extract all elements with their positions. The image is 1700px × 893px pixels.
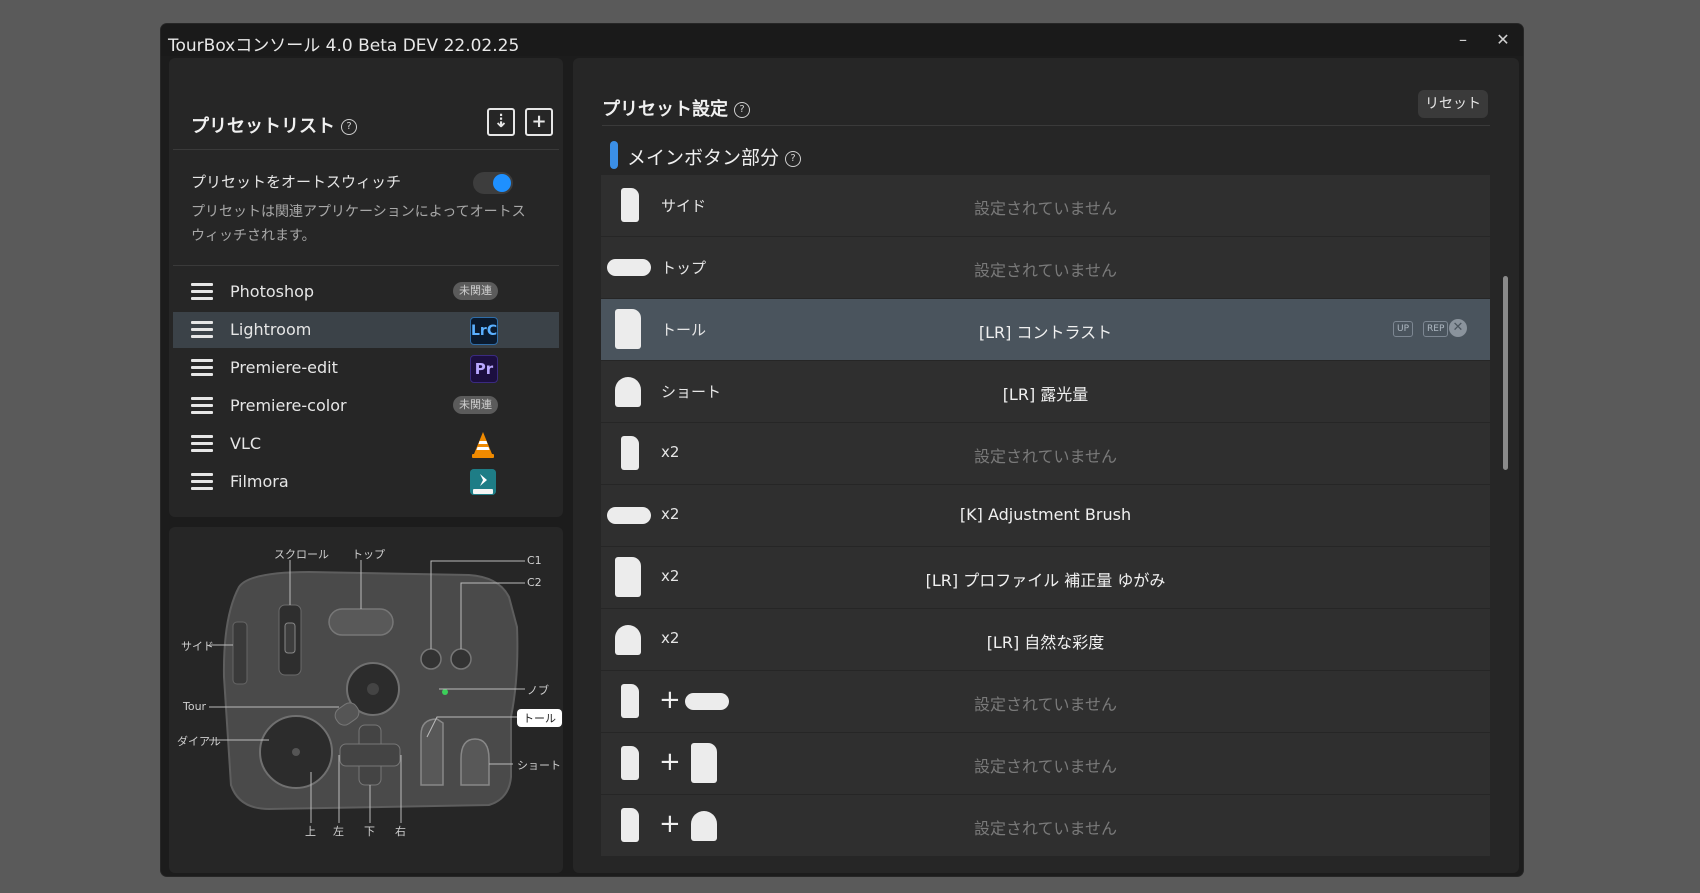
tourbox-diagram xyxy=(209,560,525,823)
preset-item-premiere-color[interactable]: Premiere-color 未関連 xyxy=(173,388,559,424)
label-right: 右 xyxy=(395,825,406,838)
label-left: 左 xyxy=(333,825,344,838)
label-short: ショート xyxy=(517,759,561,772)
lightroom-icon: LrC xyxy=(470,317,498,345)
import-icon[interactable]: ⇣ xyxy=(487,108,515,136)
mapping-row-side-plus-short[interactable]: + 設定されていません xyxy=(601,795,1490,857)
label-tour: Tour xyxy=(183,700,207,713)
action-label: 設定されていません xyxy=(973,757,1118,776)
label-c2: C2 xyxy=(527,576,542,589)
preset-name: Premiere-color xyxy=(230,396,347,415)
divider xyxy=(173,149,559,150)
mapping-row-tall-x2[interactable]: x2 [LR] プロファイル 補正量 ゆがみ xyxy=(601,547,1490,609)
device-diagram-panel: スクロール トップ C1 C2 サイド ノブ Tour トール ダイアル ショー… xyxy=(169,527,563,873)
drag-handle-icon[interactable] xyxy=(191,435,213,453)
window-title: TourBoxコンソール 4.0 Beta DEV 22.02.25 xyxy=(168,36,520,56)
mapping-row-top-x2[interactable]: x2 [K] Adjustment Brush xyxy=(601,485,1490,547)
preset-settings-title: プリセット設定? xyxy=(602,95,750,121)
label-down: 下 xyxy=(364,825,375,838)
rep-tag[interactable]: REP xyxy=(1423,321,1449,337)
label-top: トップ xyxy=(352,548,385,561)
preset-settings-title-text: プリセット設定 xyxy=(602,99,728,120)
label-up: 上 xyxy=(305,825,316,838)
preset-item-premiere-edit[interactable]: Premiere-edit Pr xyxy=(173,350,559,386)
label-tall-highlighted: トール xyxy=(517,709,562,727)
premiere-icon: Pr xyxy=(470,355,498,383)
action-label: 設定されていません xyxy=(973,447,1118,466)
close-button[interactable]: ✕ xyxy=(1489,28,1517,52)
preset-item-filmora[interactable]: Filmora xyxy=(173,464,559,500)
clear-icon[interactable]: ✕ xyxy=(1449,319,1467,337)
action-label: 設定されていません xyxy=(973,199,1118,218)
button-mapping-list[interactable]: サイド 設定されていません トップ 設定されていません トール [LR] コント… xyxy=(601,175,1490,863)
preset-list-title: プリセットリスト? xyxy=(191,112,357,138)
mapping-row-short-x2[interactable]: x2 [LR] 自然な彩度 xyxy=(601,609,1490,671)
preset-item-lightroom[interactable]: Lightroom LrC xyxy=(173,312,559,348)
action-label: [LR] 露光量 xyxy=(1002,385,1089,404)
action-label: 設定されていません xyxy=(973,819,1118,838)
preset-list-title-text: プリセットリスト xyxy=(191,116,335,137)
drag-handle-icon[interactable] xyxy=(191,473,213,491)
mapping-row-side-plus-tall[interactable]: + 設定されていません xyxy=(601,733,1490,795)
label-dial: ダイアル xyxy=(177,735,221,748)
minimize-button[interactable]: – xyxy=(1449,28,1477,52)
action-label: 設定されていません xyxy=(973,261,1118,280)
help-icon[interactable]: ? xyxy=(734,102,750,118)
vlc-cone-icon xyxy=(470,431,496,458)
preset-item-photoshop[interactable]: Photoshop 未関連 xyxy=(173,274,559,310)
action-label: [LR] プロファイル 補正量 ゆがみ xyxy=(925,571,1166,590)
drag-handle-icon[interactable] xyxy=(191,283,213,301)
help-icon[interactable]: ? xyxy=(341,119,357,135)
preset-name: Filmora xyxy=(230,472,289,491)
action-label: 設定されていません xyxy=(973,695,1118,714)
preset-name: Lightroom xyxy=(230,320,312,339)
label-c1: C1 xyxy=(527,554,542,567)
action-label: [LR] コントラスト xyxy=(978,323,1113,342)
preset-list-panel: プリセットリスト? ⇣ + プリセットをオートスウィッチ プリセットは関連アプリ… xyxy=(169,58,563,517)
drag-handle-icon[interactable] xyxy=(191,397,213,415)
label-scroll: スクロール xyxy=(274,548,329,561)
unlinked-badge: 未関連 xyxy=(453,396,498,414)
mapping-row-side-plus-top[interactable]: + 設定されていません xyxy=(601,671,1490,733)
reset-button[interactable]: リセット xyxy=(1418,90,1488,118)
add-icon[interactable]: + xyxy=(525,108,553,136)
drag-handle-icon[interactable] xyxy=(191,359,213,377)
toggle-knob xyxy=(493,174,511,192)
filmora-icon xyxy=(470,469,496,495)
up-tag[interactable]: UP xyxy=(1393,321,1414,337)
unlinked-badge: 未関連 xyxy=(453,282,498,300)
mapping-row-short[interactable]: ショート [LR] 露光量 xyxy=(601,361,1490,423)
mapping-row-side[interactable]: サイド 設定されていません xyxy=(601,175,1490,237)
preset-name: Photoshop xyxy=(230,282,315,301)
mapping-row-top[interactable]: トップ 設定されていません xyxy=(601,237,1490,299)
preset-item-vlc[interactable]: VLC xyxy=(173,426,559,462)
preset-name: Premiere-edit xyxy=(230,358,338,377)
auto-switch-description: プリセットは関連アプリケーションによってオートスウィッチされます。 xyxy=(191,204,526,244)
preset-name: VLC xyxy=(230,434,262,453)
auto-switch-label: プリセットをオートスウィッチ xyxy=(191,173,402,191)
divider xyxy=(173,265,559,266)
mapping-row-side-x2[interactable]: x2 設定されていません xyxy=(601,423,1490,485)
mapping-row-tall[interactable]: トール [LR] コントラスト UP REP ✕ xyxy=(601,299,1490,361)
label-side: サイド xyxy=(181,640,214,653)
drag-handle-icon[interactable] xyxy=(191,321,213,339)
label-knob: ノブ xyxy=(527,684,549,697)
action-label: [K] Adjustment Brush xyxy=(959,505,1132,524)
action-label: [LR] 自然な彩度 xyxy=(986,633,1105,652)
title-bar: TourBoxコンソール 4.0 Beta DEV 22.02.25 – ✕ xyxy=(161,24,1523,56)
auto-switch-toggle[interactable] xyxy=(473,172,513,194)
